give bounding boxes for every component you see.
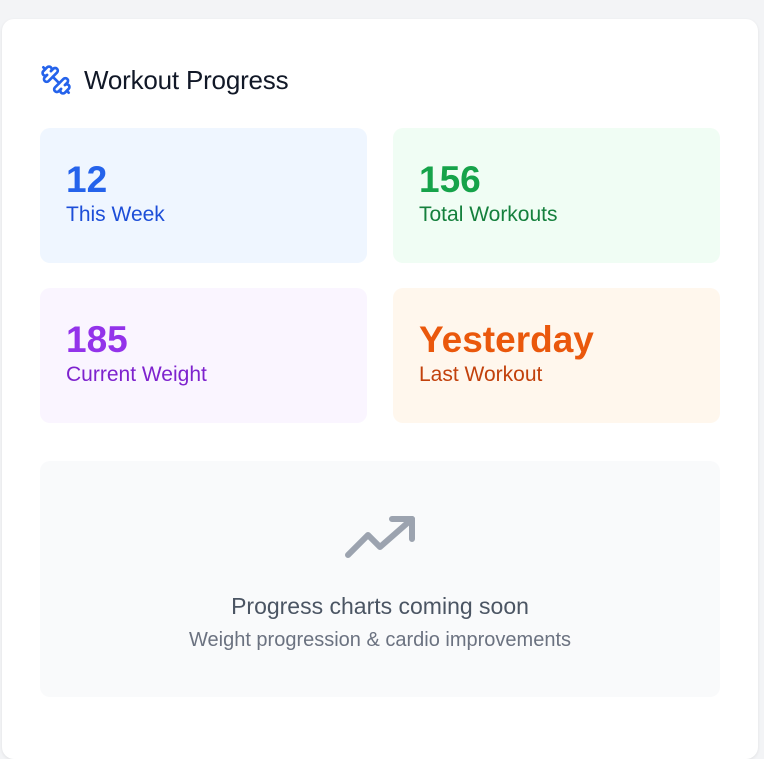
stat-total-workouts: 156 Total Workouts [393, 128, 720, 263]
stat-current-weight: 185 Current Weight [40, 288, 367, 423]
card-title: Workout Progress [84, 64, 289, 95]
placeholder-subtitle: Weight progression & cardio improvements [188, 629, 572, 651]
stat-label: Total Workouts [419, 203, 558, 226]
stat-value: 12 [66, 159, 108, 200]
stat-label: This Week [66, 203, 165, 226]
card-header: Workout Progress [40, 64, 289, 96]
stat-this-week: 12 This Week [40, 128, 367, 263]
stat-last-workout: Yesterday Last Workout [393, 288, 720, 423]
charts-placeholder: Progress charts coming soon Weight progr… [40, 461, 720, 697]
trending-up-icon [340, 513, 420, 563]
stat-label: Current Weight [66, 363, 207, 386]
workout-progress-card: Workout Progress 12 This Week 156 Total … [2, 19, 758, 759]
dumbbell-icon [40, 64, 72, 96]
stat-value: 185 [66, 319, 128, 360]
placeholder-title: Progress charts coming soon [231, 593, 529, 619]
stat-value: Yesterday [419, 319, 594, 360]
stat-value: 156 [419, 159, 481, 200]
stat-label: Last Workout [419, 363, 543, 386]
